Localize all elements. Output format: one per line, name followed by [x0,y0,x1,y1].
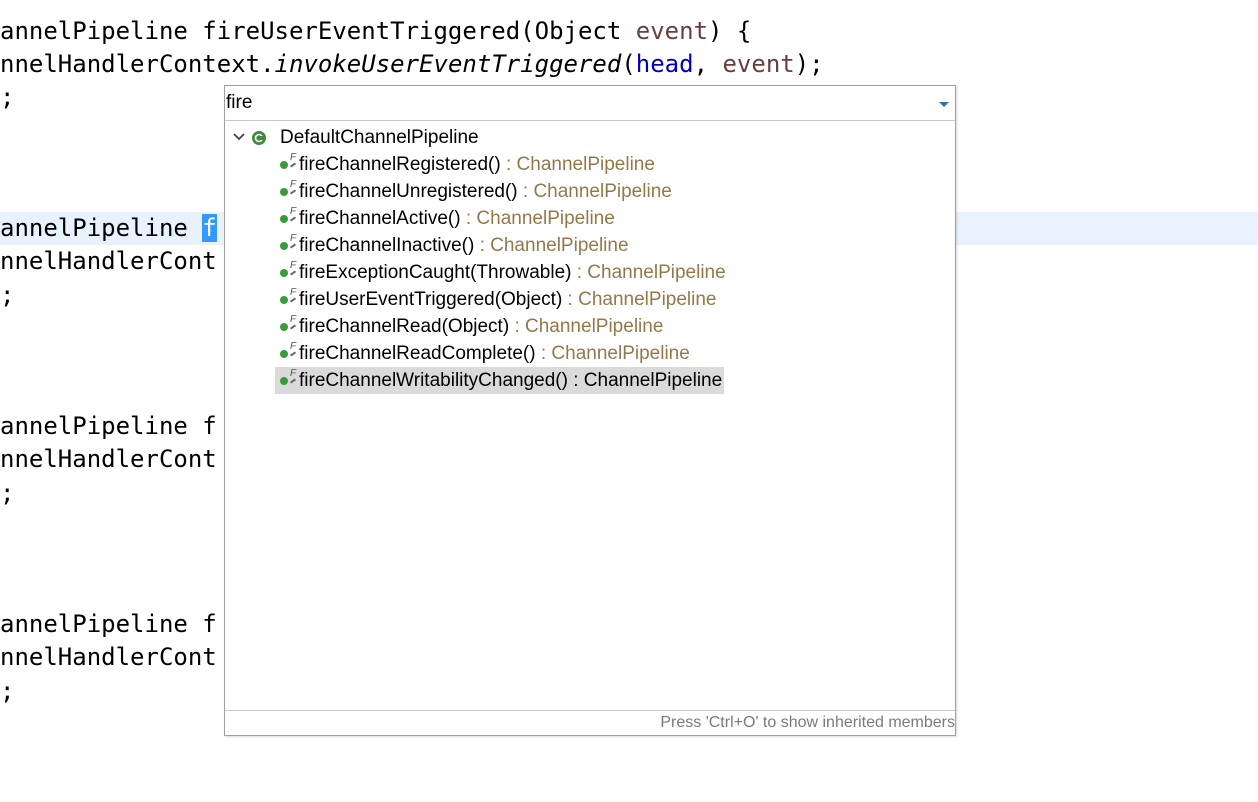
member-name: fireChannelRegistered() [299,154,501,175]
public-static-final-method-icon: F [275,151,299,178]
member-item[interactable]: FfireUserEventTriggered(Object) : Channe… [275,286,719,313]
member-name: fireExceptionCaught(Throwable) [299,262,572,283]
member-name: fireChannelWritabilityChanged() [299,370,568,391]
member-item[interactable]: FfireChannelActive() : ChannelPipeline [275,205,617,232]
member-item[interactable]: FfireChannelWritabilityChanged() : Chann… [275,367,725,394]
member-item[interactable]: FfireChannelUnregistered() : ChannelPipe… [275,178,674,205]
code-line-4[interactable]: annelPipeline f [0,212,217,245]
member-item[interactable]: FfireChannelReadComplete() : ChannelPipe… [275,340,692,367]
public-static-final-method-icon: F [275,259,299,286]
code-text: ); [794,50,824,78]
public-static-final-method-icon: F [275,178,299,205]
code-text: nnelHandlerCont [0,643,217,671]
code-text: nnelHandlerCont [0,445,217,473]
member-return-type: : ChannelPipeline [535,343,690,364]
filter-bar [225,86,955,121]
member-item[interactable]: FfireChannelRegistered() : ChannelPipeli… [275,151,657,178]
code-text: annelPipeline fireUserEventTriggered(Obj… [0,17,636,45]
class-icon [252,131,266,145]
code-line-11[interactable]: nnelHandlerCont [0,641,217,674]
code-text: ) { [708,17,752,45]
public-static-final-method-icon: F [275,286,299,313]
code-line-7[interactable]: annelPipeline f [0,410,217,443]
public-static-final-method-icon: F [275,340,299,367]
code-line-8[interactable]: nnelHandlerCont [0,443,217,476]
code-text: annelPipeline f [0,412,217,440]
code-text: , [693,50,723,78]
member-return-type: : ChannelPipeline [571,262,726,283]
member-item[interactable]: FfireExceptionCaught(Throwable) : Channe… [275,259,728,286]
member-item[interactable]: FfireChannelRead(Object) : ChannelPipeli… [275,313,665,340]
code-line-3[interactable]: ; [0,81,14,114]
member-name: fireChannelReadComplete() [299,343,536,364]
dropdown-arrow-icon[interactable] [938,98,950,110]
code-text: ( [621,50,636,78]
code-text: annelPipeline [0,214,203,242]
member-name: fireChannelUnregistered() [299,181,518,202]
chevron-down-icon[interactable] [231,124,247,151]
member-return-type: : ChannelPipeline [562,289,717,310]
code-line-5[interactable]: nnelHandlerCont [0,245,217,278]
code-text: ; [0,83,15,111]
member-return-type: : ChannelPipeline [509,316,664,337]
member-return-type: : ChannelPipeline [517,181,672,202]
class-name-label: DefaultChannelPipeline [280,127,479,148]
member-return-type: : ChannelPipeline [500,154,655,175]
member-item[interactable]: FfireChannelInactive() : ChannelPipeline [275,232,631,259]
popup-footer: Press 'Ctrl+O' to show inherited members [225,710,955,735]
code-line-2[interactable]: nnelHandlerContext.invokeUserEventTrigge… [0,48,824,81]
inherited-members-hint: Press 'Ctrl+O' to show inherited members [660,714,955,731]
public-static-final-method-icon: F [275,313,299,340]
code-text: ; [0,677,15,705]
member-return-type: : ChannelPipeline [567,370,723,391]
code-line-12[interactable]: ; [0,675,14,708]
code-line-6[interactable]: ; [0,279,14,312]
code-text: nnelHandlerContext. [0,50,275,78]
member-name: fireUserEventTriggered(Object) [299,289,563,310]
code-text: ; [0,281,15,309]
field-token: head [635,50,694,78]
param-token: event [635,17,709,45]
static-method-token: invokeUserEventTriggered [274,50,622,78]
code-line-9[interactable]: ; [0,477,14,510]
text-selection: f [202,214,217,242]
public-static-final-method-icon: F [275,232,299,259]
public-static-final-method-icon: F [275,367,299,394]
public-static-final-method-icon: F [275,205,299,232]
member-name: fireChannelInactive() [299,235,475,256]
member-name: fireChannelActive() [299,208,461,229]
code-line-1[interactable]: annelPipeline fireUserEventTriggered(Obj… [0,15,751,48]
member-return-type: : ChannelPipeline [460,208,615,229]
code-text: nnelHandlerCont [0,247,217,275]
code-line-10[interactable]: annelPipeline f [0,608,217,641]
param-token: event [722,50,795,78]
quick-outline-popup: DefaultChannelPipeline FfireChannelRegis… [224,85,956,736]
filter-input[interactable] [226,90,926,116]
code-text: ; [0,479,15,507]
member-return-type: : ChannelPipeline [474,235,629,256]
code-text: annelPipeline f [0,610,217,638]
member-name: fireChannelRead(Object) [299,316,510,337]
